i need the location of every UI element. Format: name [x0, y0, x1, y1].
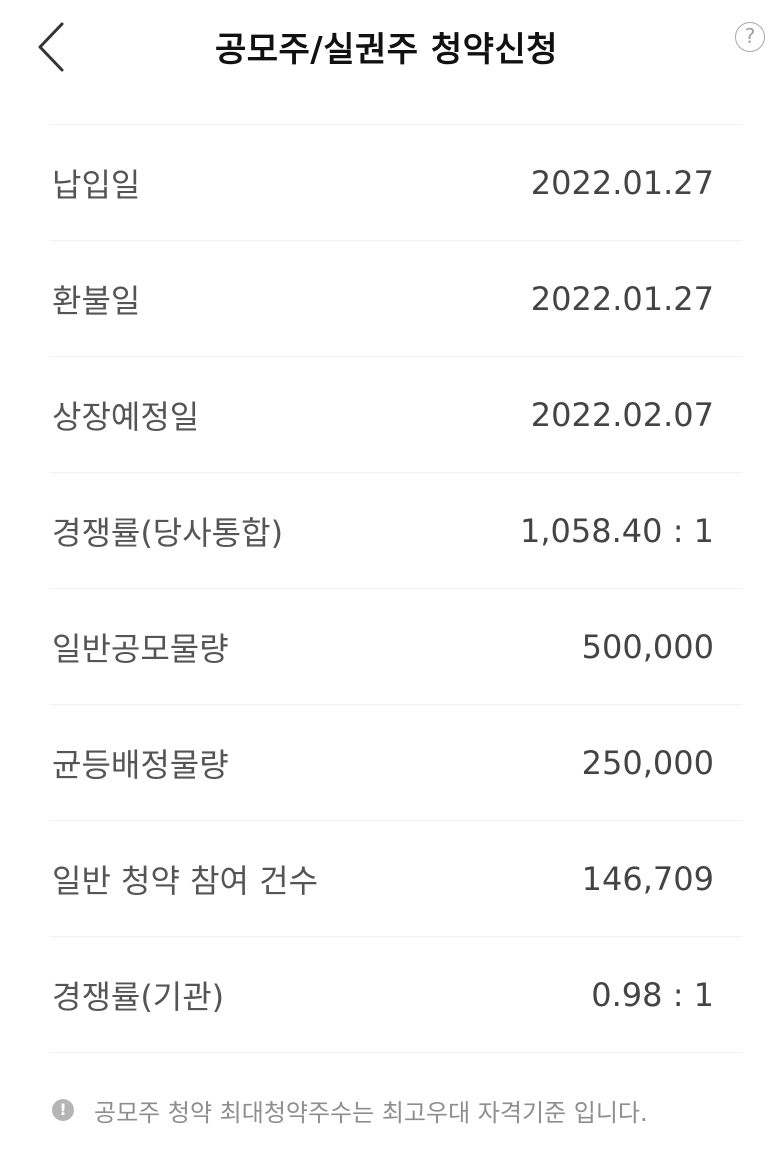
detail-label: 납입일	[52, 165, 141, 204]
detail-value: 2022.01.27	[530, 279, 714, 318]
exclamation-circle-icon: !	[52, 1099, 74, 1121]
detail-row-participation-count: 일반 청약 참여 건수 146,709	[50, 821, 742, 937]
detail-value: 0.98 : 1	[591, 975, 714, 1014]
detail-value: 2022.02.07	[530, 395, 714, 434]
detail-row-competition-rate-institution: 경쟁률(기관) 0.98 : 1	[50, 937, 742, 1053]
subscription-details-list: 납입일 2022.01.27 환불일 2022.01.27 상장예정일 2022…	[50, 124, 742, 1053]
detail-value: 146,709	[581, 859, 714, 898]
detail-label: 일반공모물량	[52, 629, 229, 668]
notice-text: 공모주 청약 최대청약주수는 최고우대 자격기준 입니다.	[94, 1098, 648, 1127]
detail-label: 환불일	[52, 281, 141, 320]
detail-value: 500,000	[581, 627, 714, 666]
question-circle-icon: ?	[744, 24, 756, 48]
detail-row-general-offering-volume: 일반공모물량 500,000	[50, 589, 742, 705]
detail-row-equal-allocation-volume: 균등배정물량 250,000	[50, 705, 742, 821]
detail-value: 1,058.40 : 1	[520, 511, 714, 550]
detail-label: 경쟁률(당사통합)	[52, 513, 284, 552]
detail-value: 2022.01.27	[530, 163, 714, 202]
detail-row-competition-rate-total: 경쟁률(당사통합) 1,058.40 : 1	[50, 473, 742, 589]
detail-label: 경쟁률(기관)	[52, 977, 225, 1016]
page-title: 공모주/실권주 청약신청	[214, 30, 559, 70]
detail-label: 균등배정물량	[52, 745, 229, 784]
detail-row-refund-date: 환불일 2022.01.27	[50, 241, 742, 357]
detail-row-listing-date: 상장예정일 2022.02.07	[50, 357, 742, 473]
detail-label: 상장예정일	[52, 397, 200, 436]
detail-label: 일반 청약 참여 건수	[52, 861, 319, 900]
top-app-bar: 공모주/실권주 청약신청 ?	[0, 0, 773, 96]
detail-value: 250,000	[581, 743, 714, 782]
detail-row-payment-date: 납입일 2022.01.27	[50, 125, 742, 241]
notice: ! 공모주 청약 최대청약주수는 최고우대 자격기준 입니다.	[52, 1093, 648, 1127]
help-button[interactable]: ?	[735, 22, 765, 52]
